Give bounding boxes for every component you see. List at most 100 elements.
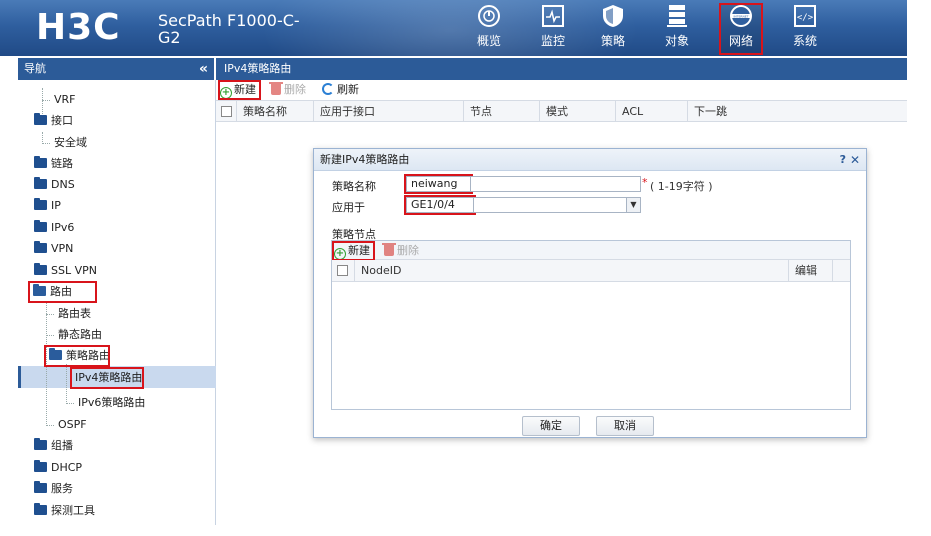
sidebar-item-ospf[interactable]: OSPF <box>46 416 87 434</box>
cancel-button[interactable]: 取消 <box>596 416 654 436</box>
nav-system[interactable]: </> 系统 <box>784 4 826 54</box>
server-stack-icon <box>667 5 687 27</box>
sidebar-item-dns[interactable]: DNS <box>34 176 75 194</box>
apply-to-label: 应用于 <box>332 201 365 214</box>
tree-branch <box>66 402 74 404</box>
sidebar-item-routing-table[interactable]: 路由表 <box>46 305 91 323</box>
sidebar-item-security-zone[interactable]: 安全域 <box>42 134 87 152</box>
nav-objects[interactable]: 对象 <box>656 4 698 54</box>
folder-icon <box>34 241 47 253</box>
sidebar-item-multicast[interactable]: 组播 <box>34 437 73 455</box>
node-new-button[interactable]: + 新建 <box>332 241 375 261</box>
folder-icon <box>34 156 47 168</box>
sidebar-item-label: DNS <box>51 178 75 191</box>
sidebar-item-ipv6-policy-routing[interactable]: IPv6策略路由 <box>66 394 145 412</box>
sidebar-item-label: 链路 <box>51 157 73 170</box>
col-policy-name[interactable]: 策略名称 <box>236 101 313 122</box>
chevron-down-icon[interactable]: ▼ <box>626 198 640 212</box>
close-icon[interactable]: ✕ <box>850 149 860 171</box>
code-icon: </> <box>794 5 816 27</box>
sidebar-item-ip[interactable]: IP <box>34 197 61 215</box>
col-edit[interactable]: 编辑 <box>788 260 832 281</box>
folder-icon <box>34 198 47 210</box>
sidebar-item-label: 服务 <box>51 482 73 495</box>
sidebar-item-routing[interactable]: 路由 <box>28 281 97 303</box>
tree-branch <box>46 334 54 336</box>
nav-system-label: 系统 <box>792 34 817 48</box>
sidebar-item-label: SSL VPN <box>51 264 97 277</box>
apply-to-select-ext[interactable]: ▼ <box>474 197 641 213</box>
sidebar-item-ipv6[interactable]: IPv6 <box>34 219 74 237</box>
header-glow <box>260 0 640 56</box>
node-delete-button[interactable]: 删除 <box>382 243 419 259</box>
trash-icon <box>382 243 396 256</box>
col-acl[interactable]: ACL <box>615 101 687 122</box>
sidebar-selection-edge <box>18 366 21 388</box>
node-table-header: NodeID 编辑 <box>332 260 850 282</box>
collapse-sidebar-icon[interactable]: « <box>199 58 208 80</box>
node-delete-button-label: 删除 <box>397 244 419 257</box>
select-all-checkbox[interactable] <box>216 101 236 122</box>
nav-policy[interactable]: 策略 <box>592 4 634 54</box>
refresh-button-label: 刷新 <box>337 83 359 96</box>
folder-icon <box>34 481 47 493</box>
globe-internet-icon: INTERNET <box>730 5 752 27</box>
delete-button[interactable]: 删除 <box>269 82 306 98</box>
col-node-id[interactable]: NodeID <box>354 260 788 281</box>
nav-objects-label: 对象 <box>664 34 689 48</box>
sidebar-item-ipv4-policy-routing[interactable]: IPv4策略路由 <box>70 367 144 389</box>
sidebar-item-ssl-vpn[interactable]: SSL VPN <box>34 262 97 280</box>
sidebar-item-label: IPv4策略路由 <box>75 371 143 384</box>
col-interface[interactable]: 应用于接口 <box>313 101 463 122</box>
sidebar-item-services[interactable]: 服务 <box>34 480 73 498</box>
refresh-button[interactable]: 刷新 <box>322 82 359 98</box>
nav-overview[interactable]: 概览 <box>468 4 510 54</box>
sidebar-item-policy-routing[interactable]: 策略路由 <box>44 345 110 367</box>
delete-button-label: 删除 <box>284 83 306 96</box>
col-next-hop[interactable]: 下一跳 <box>687 101 907 122</box>
help-icon[interactable]: ? <box>840 149 846 171</box>
sidebar-item-dhcp[interactable]: DHCP <box>34 459 82 477</box>
node-select-all-checkbox[interactable] <box>332 260 354 281</box>
col-node[interactable]: 节点 <box>463 101 539 122</box>
product-name-line1: SecPath F1000-C- <box>158 11 300 30</box>
svg-text:INTERNET: INTERNET <box>734 14 749 18</box>
sidebar-item-label: 探测工具 <box>51 504 95 517</box>
tree-branch <box>42 142 50 144</box>
folder-icon <box>34 263 47 275</box>
sidebar-item-interface[interactable]: 接口 <box>34 112 73 130</box>
folder-open-icon <box>49 348 62 360</box>
sidebar-item-label: OSPF <box>58 418 87 431</box>
checkbox-icon <box>221 106 232 117</box>
sidebar-item-link[interactable]: 链路 <box>34 155 73 173</box>
sidebar-item-vrf[interactable]: VRF <box>42 91 76 109</box>
folder-open-icon <box>33 284 46 296</box>
sidebar-item-static-route[interactable]: 静态路由 <box>46 326 102 344</box>
new-button-label: 新建 <box>234 83 256 96</box>
folder-icon <box>34 460 47 472</box>
policy-name-input[interactable]: neiwang <box>404 174 473 194</box>
plus-icon: + <box>334 248 346 260</box>
dialog-title: 新建IPv4策略路由 <box>320 153 410 166</box>
sidebar-item-probe-tools[interactable]: 探测工具 <box>34 502 95 520</box>
product-name-line2: G2 <box>158 28 181 47</box>
trash-icon <box>269 82 283 95</box>
refresh-icon <box>322 83 334 95</box>
monitor-icon <box>542 5 564 27</box>
col-mode[interactable]: 模式 <box>539 101 615 122</box>
dialog-header: 新建IPv4策略路由 ? ✕ <box>314 149 866 171</box>
nav-monitor-label: 监控 <box>540 34 565 48</box>
sidebar-item-label: VPN <box>51 242 74 255</box>
nav-network-label: 网络 <box>728 34 753 48</box>
checkbox-icon <box>337 265 348 276</box>
sidebar-item-vpn[interactable]: VPN <box>34 240 73 258</box>
ok-button[interactable]: 确定 <box>522 416 580 436</box>
nav-network[interactable]: INTERNET 网络 <box>719 3 763 55</box>
svg-text:</>: </> <box>797 13 814 23</box>
new-button[interactable]: + 新建 <box>218 80 261 100</box>
policy-name-label: 策略名称 <box>332 180 376 193</box>
policy-name-input-ext[interactable] <box>471 176 641 192</box>
nav-monitor[interactable]: 监控 <box>532 4 574 54</box>
node-new-button-label: 新建 <box>348 244 370 257</box>
apply-to-select[interactable]: GE1/0/4 <box>404 195 476 215</box>
